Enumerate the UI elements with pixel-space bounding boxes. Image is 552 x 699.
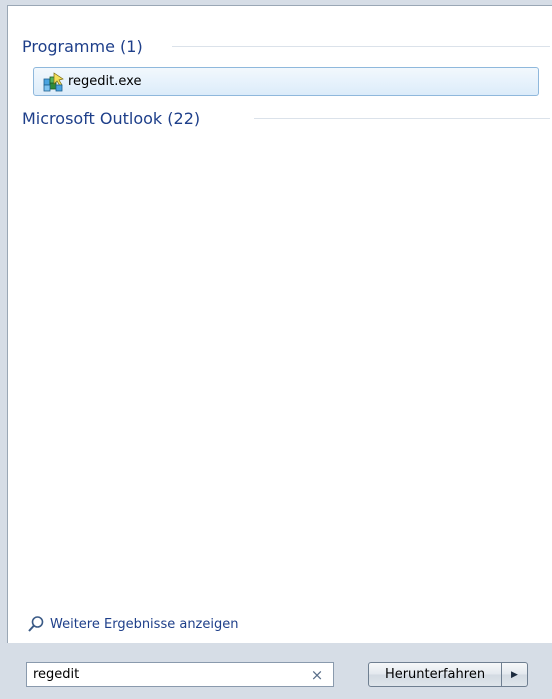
see-more-results-label: Weitere Ergebnisse anzeigen (50, 616, 239, 632)
shutdown-control: Herunterfahren ▶ (368, 662, 528, 687)
group-title-programs: Programme (1) (22, 36, 143, 56)
group-divider (172, 46, 550, 47)
start-menu: Programme (1) regedit.exe Microsoft Outl… (0, 0, 552, 699)
result-label: regedit.exe (68, 74, 142, 89)
search-results-panel: Programme (1) regedit.exe Microsoft Outl… (7, 5, 552, 643)
group-header-outlook[interactable]: Microsoft Outlook (22) (22, 107, 550, 129)
search-input-value: regedit (33, 667, 80, 682)
group-divider (254, 118, 550, 119)
search-input[interactable]: regedit × (26, 662, 334, 687)
group-header-programs[interactable]: Programme (1) (22, 35, 550, 57)
clear-x-icon[interactable]: × (307, 666, 327, 684)
see-more-results-link[interactable]: Weitere Ergebnisse anzeigen (27, 615, 238, 633)
group-title-outlook: Microsoft Outlook (22) (22, 108, 201, 128)
result-item-regedit[interactable]: regedit.exe (33, 67, 539, 96)
registry-editor-icon (42, 71, 64, 93)
shutdown-options-arrow-icon[interactable]: ▶ (502, 662, 528, 687)
magnifier-icon (27, 615, 45, 633)
shutdown-button[interactable]: Herunterfahren (368, 662, 502, 687)
